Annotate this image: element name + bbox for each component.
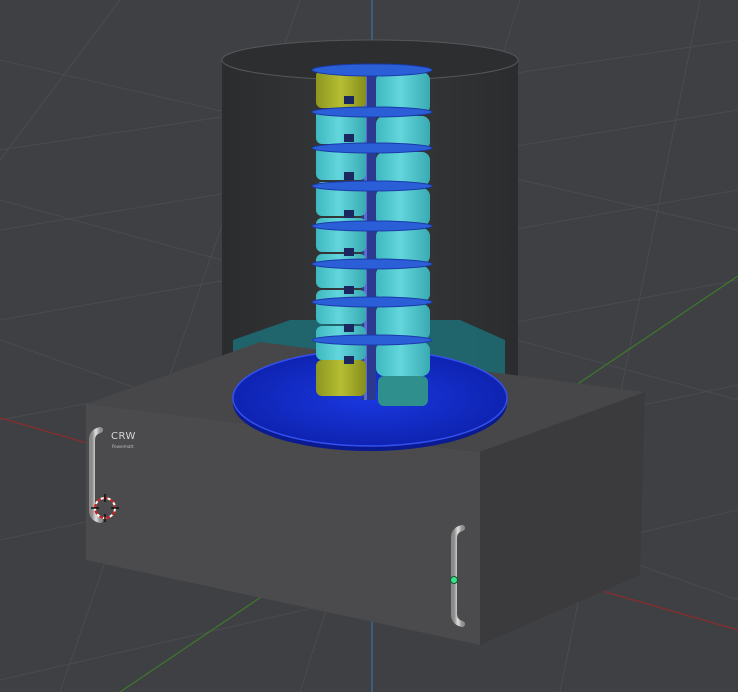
3d-viewport[interactable]: CRW Powermatt xyxy=(0,0,738,692)
pivot-point-icon xyxy=(450,576,458,584)
brand-label: CRW xyxy=(111,431,136,442)
cell-yellow-bottom xyxy=(316,360,366,396)
brand-sub-label: Powermatt xyxy=(112,444,134,449)
battery-stack xyxy=(311,63,433,406)
scene-canvas[interactable] xyxy=(0,0,738,692)
cell-column-left xyxy=(316,70,366,396)
cell-column-right xyxy=(376,72,430,406)
